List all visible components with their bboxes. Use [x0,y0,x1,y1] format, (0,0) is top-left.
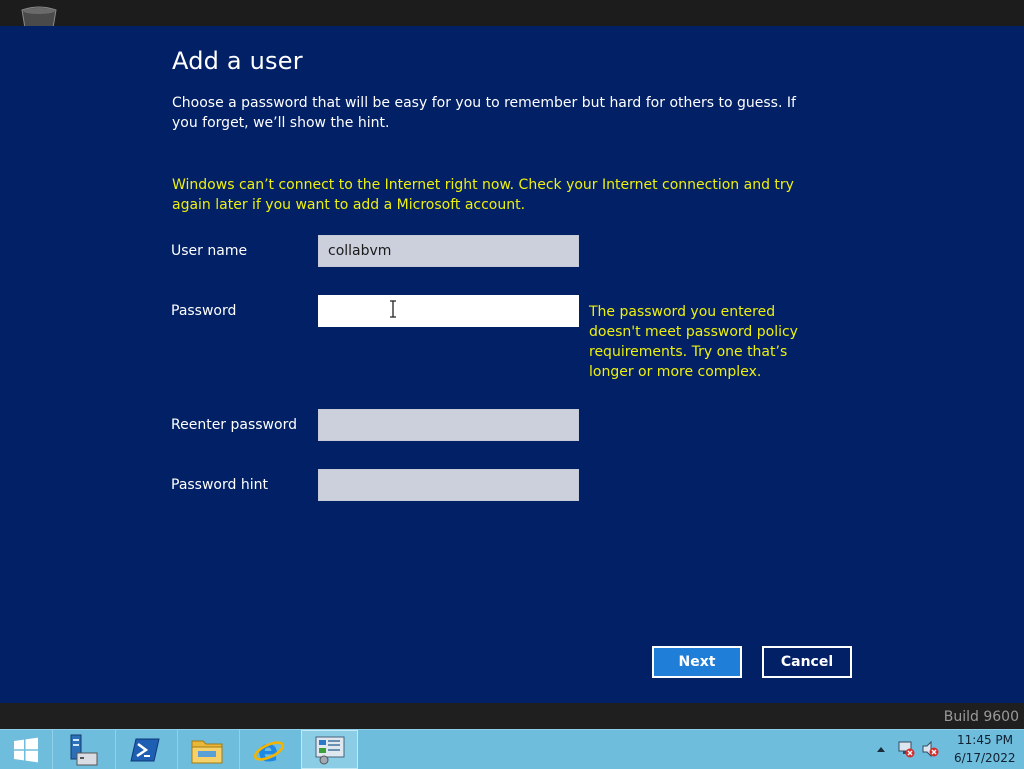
internet-warning-message: Windows can’t connect to the Internet ri… [172,177,794,213]
powershell-icon [129,738,160,761]
password-policy-error: The password you entered doesn't meet pa… [589,304,798,380]
clock-date[interactable]: 6/17/2022 [954,751,1016,765]
desktop-watermark-area: Build 9600 [0,703,1024,729]
dialog-description: Choose a password that will be easy for … [172,95,796,131]
username-label: User name [171,243,248,259]
reenter-password-field[interactable] [318,409,579,441]
recycle-bin-icon[interactable] [20,6,58,28]
next-button[interactable]: Next [652,646,742,678]
password-field[interactable] [318,295,579,327]
server-manager-button[interactable] [52,730,110,769]
control-panel-icon [315,736,344,764]
internet-explorer-button[interactable]: e [239,730,297,769]
server-manager-icon [70,734,97,765]
internet-explorer-icon: e [253,734,284,766]
taskbar: e 11:45 PM 6/17/2022 [0,729,1024,769]
control-panel-button[interactable] [301,730,358,769]
show-hidden-icons-arrow-icon[interactable] [876,745,886,753]
text-cursor-icon [390,300,396,318]
network-disconnected-icon[interactable] [897,740,915,758]
password-label: Password [171,303,237,319]
volume-muted-icon[interactable] [921,740,939,758]
clock-time[interactable]: 11:45 PM [957,733,1013,747]
build-watermark: Build 9600 [943,709,1019,725]
username-field[interactable] [318,235,579,267]
cancel-button[interactable]: Cancel [762,646,852,678]
windows-logo-icon [14,737,38,762]
password-hint-label: Password hint [171,477,268,493]
folder-icon [191,740,222,763]
powershell-button[interactable] [115,730,173,769]
password-hint-field[interactable] [318,469,579,501]
desktop-background [0,0,1024,28]
add-user-dialog: Add a user Choose a password that will b… [0,26,1024,703]
file-explorer-button[interactable] [177,730,235,769]
dialog-title: Add a user [172,47,303,75]
start-button[interactable] [0,730,52,769]
reenter-password-label: Reenter password [171,417,297,433]
